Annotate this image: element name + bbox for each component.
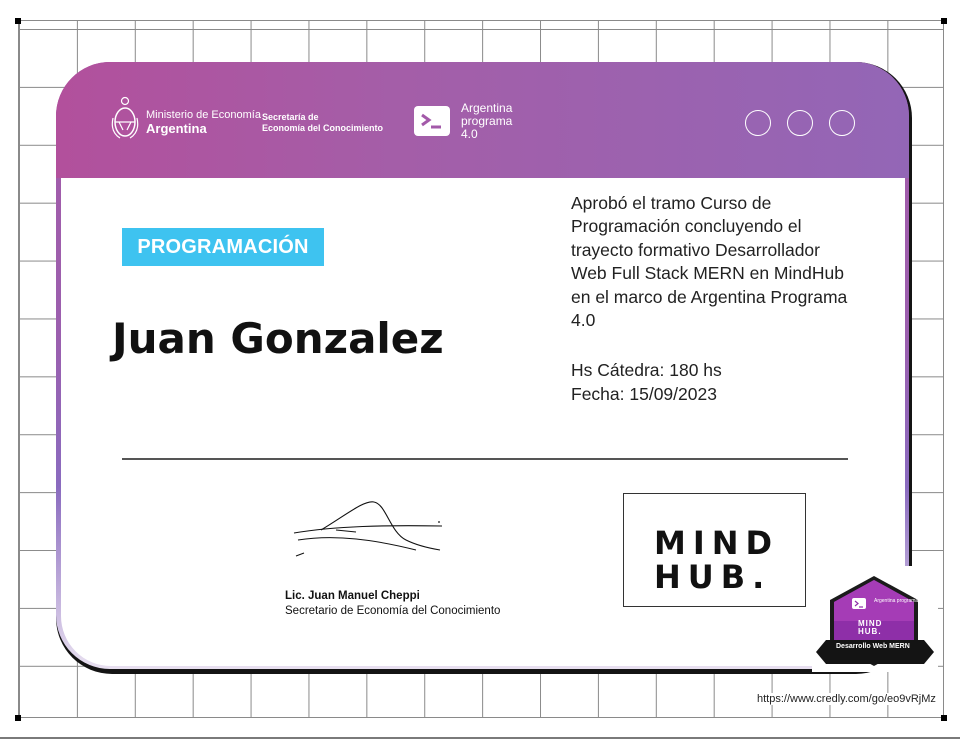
secretaria-line2: Economía del Conocimiento — [262, 123, 384, 133]
badge-ribbon: Desarrollo Web MERN — [836, 643, 910, 650]
ministry-name-line2: Argentina — [146, 121, 207, 136]
signer-title: Secretario de Economía del Conocimiento — [285, 605, 501, 617]
signature-area — [276, 470, 466, 582]
circle-icon — [829, 110, 855, 136]
ministry-name-line1: Ministerio de Economía — [146, 109, 261, 121]
corner-handle-top-left — [15, 18, 21, 24]
circle-icon — [745, 110, 771, 136]
circle-icon — [787, 110, 813, 136]
badge-program-text: Argentina programa 4.0 — [874, 598, 927, 604]
credly-url-link[interactable]: https://www.credly.com/go/eo9vRjMz — [757, 693, 936, 705]
signature-divider — [122, 458, 848, 460]
terminal-prompt-icon — [414, 106, 450, 136]
description-line: Aprobó el tramo Curso de — [571, 193, 772, 213]
signer-name: Lic. Juan Manuel Cheppi — [285, 590, 420, 602]
program-name-line3: 4.0 — [461, 127, 478, 141]
description-line: trayecto formativo Desarrollador — [571, 240, 820, 260]
description-line: 4.0 — [571, 310, 596, 330]
corner-handle-bottom-right — [941, 715, 947, 721]
description-line: en el marco de Argentina Programa — [571, 287, 848, 307]
secretaria-line1: Secretaría de — [262, 112, 319, 122]
course-hours: Hs Cátedra: 180 hs — [571, 360, 722, 380]
mindhub-logo-line2: HUB. — [654, 558, 772, 596]
mindhub-logo-line1: MIND — [654, 524, 780, 562]
corner-handle-bottom-left — [15, 715, 21, 721]
argentina-shield-icon — [111, 96, 139, 139]
recipient-name: Juan Gonzalez — [112, 314, 444, 363]
issue-date: Fecha: 15/09/2023 — [571, 384, 717, 404]
description-line: Programación concluyendo el — [571, 216, 802, 236]
badge-brand-line2: HUB. — [858, 627, 882, 636]
program-name-line2: programa — [461, 114, 513, 128]
description-line: Web Full Stack MERN en MindHub — [571, 263, 844, 283]
corner-handle-top-right — [941, 18, 947, 24]
handwritten-signature — [293, 501, 443, 557]
category-badge: PROGRAMACIÓN — [122, 228, 324, 266]
program-name-line1: Argentina — [461, 101, 513, 115]
